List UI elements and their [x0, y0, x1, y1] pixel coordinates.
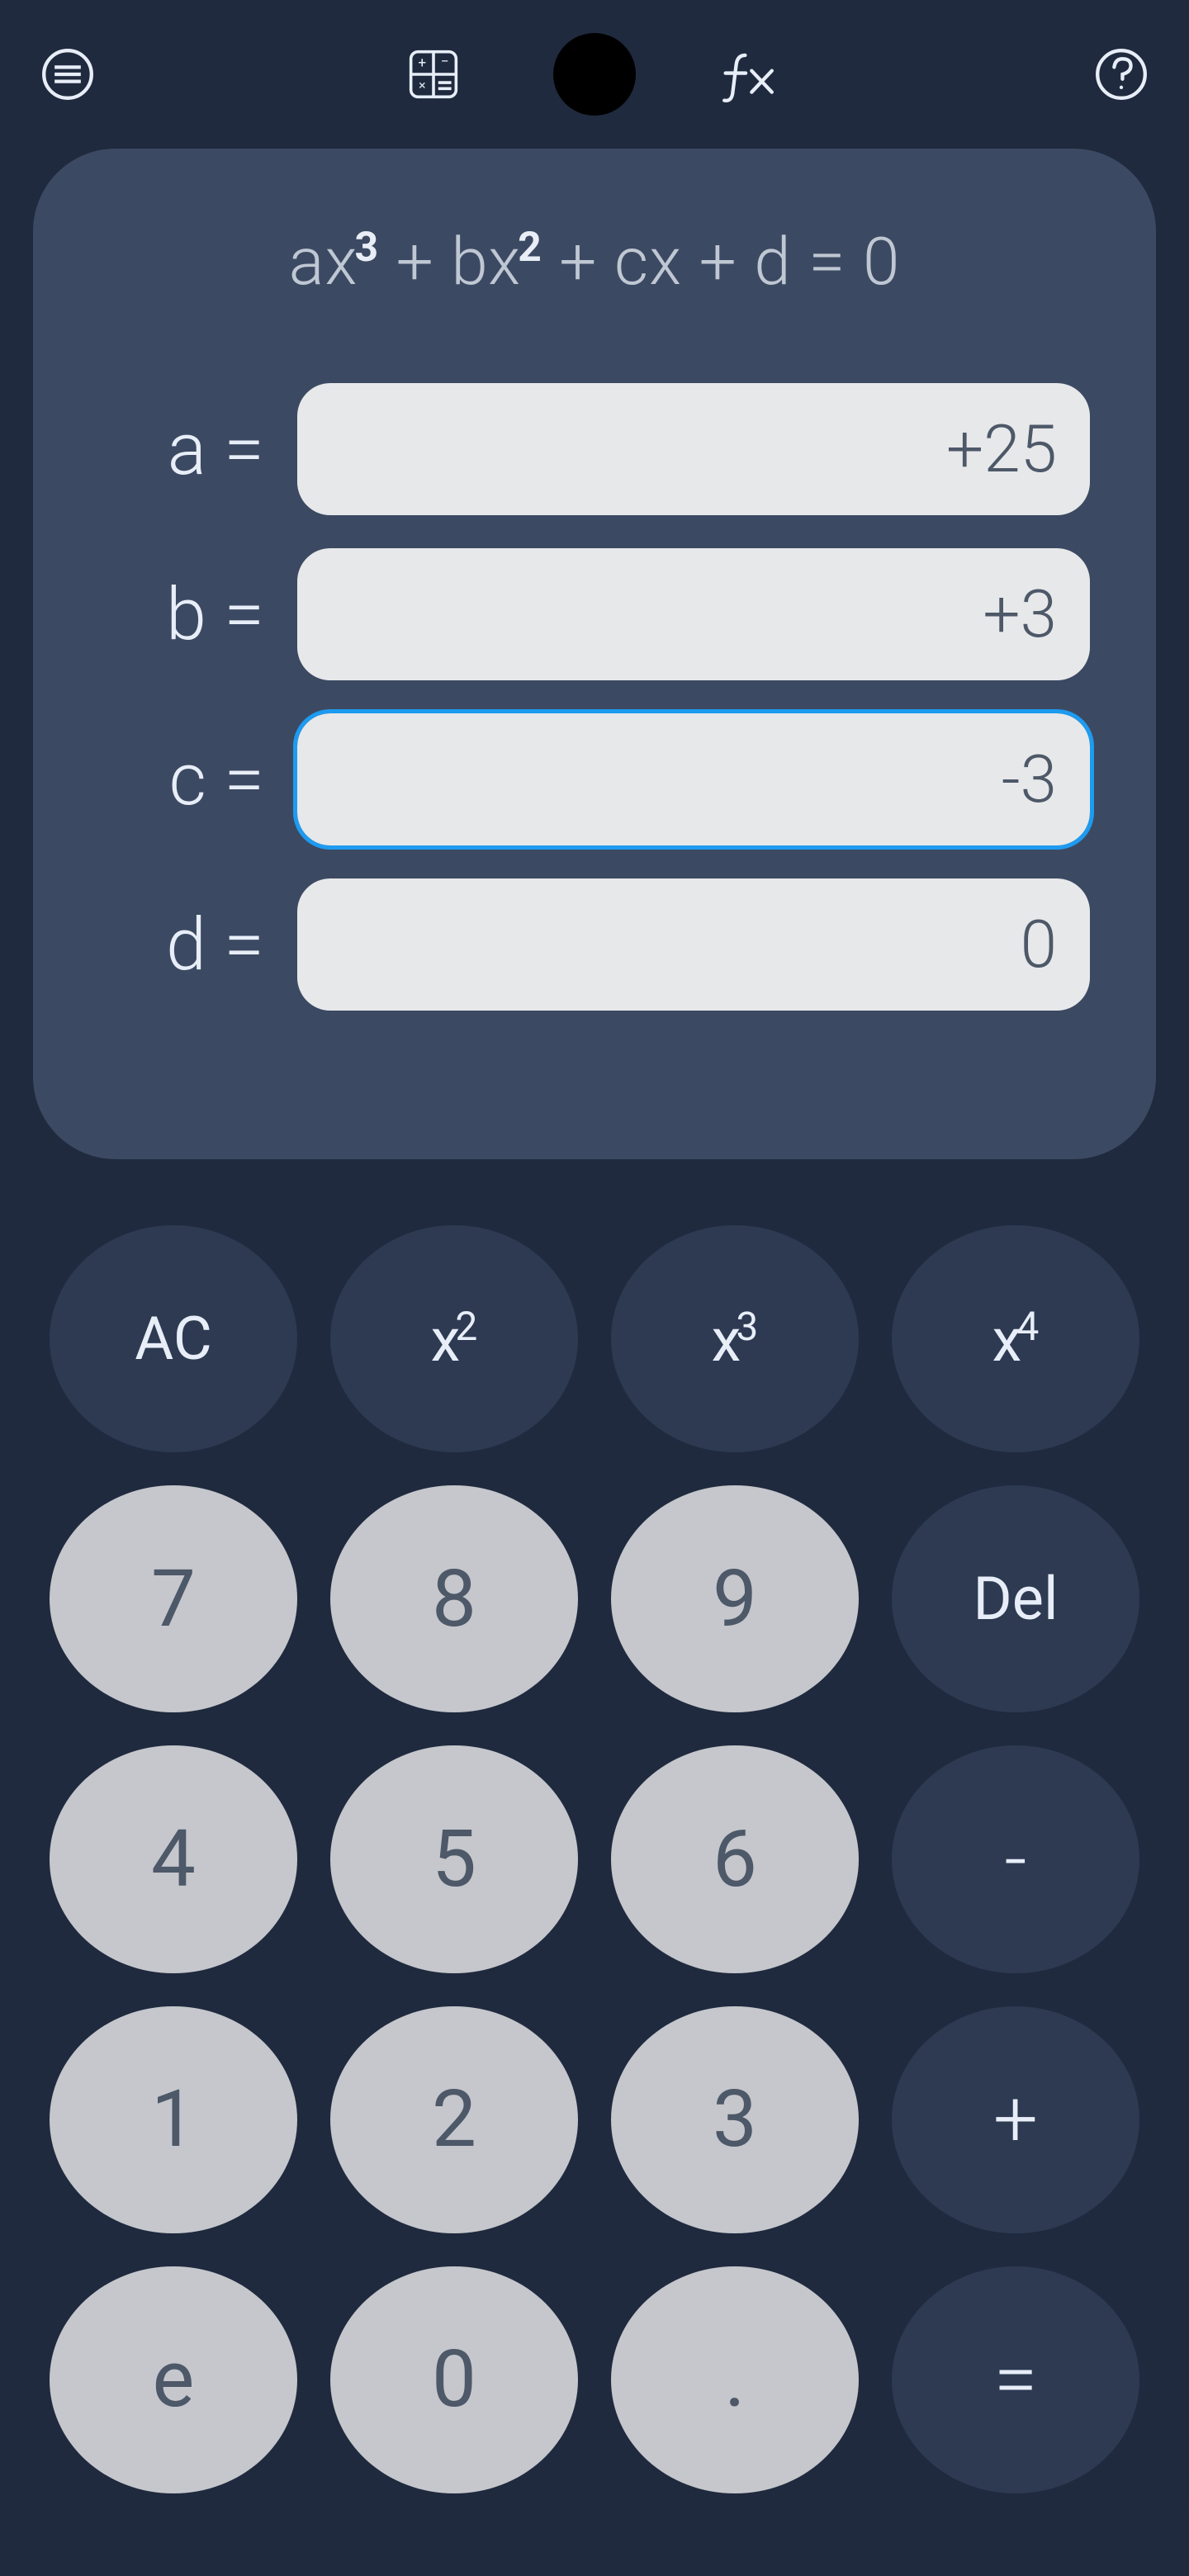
- help-icon[interactable]: [1092, 45, 1151, 104]
- coefficient-label: d =: [99, 902, 264, 987]
- key-7[interactable]: 7: [50, 1485, 297, 1712]
- key-2[interactable]: 2: [330, 2006, 578, 2233]
- keypad: AC x2 x3 x4 7 8 9 Del 4 5 6 - 1 2 3 + e …: [33, 1209, 1156, 2543]
- key-8[interactable]: 8: [330, 1485, 578, 1712]
- key-ac[interactable]: AC: [50, 1225, 297, 1452]
- equation-display: ax3 + bx2 + cx + d = 0 a = +25 b = +3 c = -3 d…: [33, 149, 1156, 1159]
- coefficient-label: a =: [99, 407, 264, 492]
- coefficient-input[interactable]: -3: [297, 713, 1090, 845]
- svg-text:×: ×: [419, 78, 425, 93]
- key-del[interactable]: Del: [892, 1485, 1139, 1712]
- coefficient-label: b =: [99, 572, 264, 657]
- equation-formula: ax3 + bx2 + cx + d = 0: [289, 223, 901, 301]
- key-x2[interactable]: x2: [330, 1225, 578, 1452]
- app-frame: + − ×: [0, 0, 1189, 2576]
- key-5[interactable]: 5: [330, 1745, 578, 1972]
- menu-icon[interactable]: [38, 45, 97, 104]
- coefficient-row: a = +25: [99, 383, 1090, 515]
- coefficient-input[interactable]: +25: [297, 383, 1090, 515]
- key-dot[interactable]: .: [611, 2266, 859, 2493]
- key-e[interactable]: e: [50, 2266, 297, 2493]
- key-1[interactable]: 1: [50, 2006, 297, 2233]
- key-0[interactable]: 0: [330, 2266, 578, 2493]
- key-equals[interactable]: =: [892, 2266, 1139, 2493]
- coefficient-row: b = +3: [99, 548, 1090, 680]
- key-6[interactable]: 6: [611, 1745, 859, 1972]
- svg-text:+: +: [418, 54, 426, 71]
- coefficient-input[interactable]: 0: [297, 878, 1090, 1011]
- key-3[interactable]: 3: [611, 2006, 859, 2233]
- coefficient-row: d = 0: [99, 878, 1090, 1011]
- coefficient-row: c = -3: [99, 713, 1090, 845]
- key-x3[interactable]: x3: [611, 1225, 859, 1452]
- svg-text:−: −: [441, 54, 449, 70]
- key-9[interactable]: 9: [611, 1485, 859, 1712]
- coefficient-label: c =: [99, 737, 264, 822]
- key-plus[interactable]: +: [892, 2006, 1139, 2233]
- key-4[interactable]: 4: [50, 1745, 297, 1972]
- key-minus[interactable]: -: [892, 1745, 1139, 1972]
- key-x4[interactable]: x4: [892, 1225, 1139, 1452]
- coefficient-input[interactable]: +3: [297, 548, 1090, 680]
- fx-icon[interactable]: [711, 45, 785, 104]
- calculator-grid-icon[interactable]: + − ×: [404, 45, 463, 104]
- camera-notch: [553, 33, 636, 116]
